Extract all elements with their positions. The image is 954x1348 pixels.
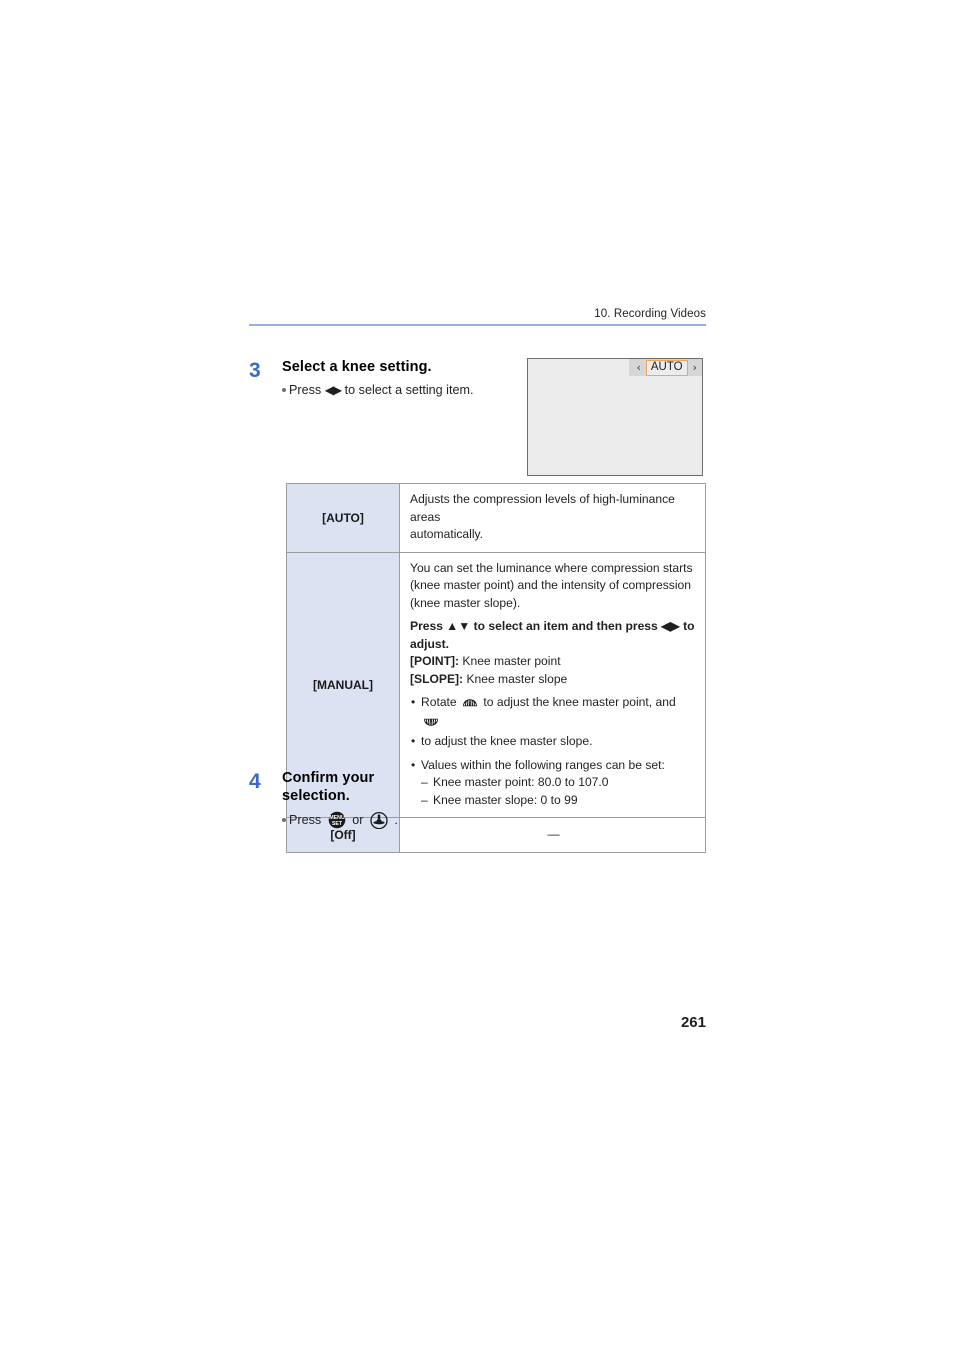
chevron-left-icon[interactable]: ‹ xyxy=(636,362,640,373)
rear-dial-icon xyxy=(423,716,439,734)
step-3-bullet: Press ◀▶ to select a setting item. xyxy=(282,382,473,399)
step-3-bullet-suffix: to select a setting item. xyxy=(344,383,474,397)
table-row: [AUTO] Adjusts the compression levels of… xyxy=(286,483,706,553)
step-4-bullet-middle: or xyxy=(352,813,364,827)
desc-line: Adjusts the compression levels of high-l… xyxy=(410,492,675,524)
desc-line: (knee master slope). xyxy=(410,595,521,610)
bullet-dot-icon xyxy=(282,388,286,392)
table-row-value: — xyxy=(399,817,706,853)
instruction-line: adjust. xyxy=(410,636,449,651)
range-point-line: Knee master point: 80.0 to 107.0 xyxy=(410,774,697,792)
rotate-label: Rotate xyxy=(421,695,457,709)
selected-setting-value[interactable]: AUTO xyxy=(645,359,688,376)
header-rule xyxy=(249,324,706,326)
step-4-bullet: Press MENU SET or . xyxy=(282,811,398,834)
instruction-line: Press ▲▼ to select an item and then pres… xyxy=(410,619,695,633)
point-label: [POINT]: xyxy=(410,654,460,668)
chevron-right-icon[interactable]: › xyxy=(693,362,697,373)
step-4-number: 4 xyxy=(249,770,261,793)
bullet-dot-icon xyxy=(282,818,286,822)
table-row-value: You can set the luminance where compress… xyxy=(399,551,706,818)
table-row-key: [AUTO] xyxy=(286,483,400,553)
step-3-bullet-prefix: Press xyxy=(289,383,322,397)
desc-line: (knee master point) and the intensity of… xyxy=(410,578,691,592)
point-label-line: [POINT]: Knee master point xyxy=(410,653,697,671)
point-desc: Knee master point xyxy=(459,654,561,668)
page-header: 10. Recording Videos xyxy=(249,307,706,326)
range-slope-line: Knee master slope: 0 to 99 xyxy=(410,792,697,810)
step-3-title: Select a knee setting. xyxy=(282,359,432,375)
dial-instruction-line: Rotate xyxy=(410,694,697,733)
step-4-bullet-prefix: Press xyxy=(289,813,322,827)
step-4-title: Confirm your selection. xyxy=(282,770,375,804)
page-number: 261 xyxy=(680,1014,706,1031)
slope-desc: Knee master slope xyxy=(463,671,568,686)
desc-line: automatically. xyxy=(410,527,484,541)
chapter-title: 10. Recording Videos xyxy=(594,308,706,320)
svg-text:SET: SET xyxy=(332,821,343,827)
desc-line: You can set the luminance where compress… xyxy=(410,560,693,575)
table-row-value: Adjusts the compression levels of high-l… xyxy=(399,483,706,553)
slope-label-line: [SLOPE]: Knee master slope xyxy=(410,671,697,689)
camera-screen-illustration: ‹ AUTO › xyxy=(527,358,703,476)
step-3-number: 3 xyxy=(249,359,261,382)
slope-label: [SLOPE]: xyxy=(410,671,464,686)
manual-page: 10. Recording Videos 3 Select a knee set… xyxy=(0,0,954,1348)
left-right-arrows-icon: ◀▶ xyxy=(324,383,342,397)
joystick-icon xyxy=(370,811,388,834)
step-4-bullet-suffix: . xyxy=(394,813,398,827)
menu-set-button-icon: MENU SET xyxy=(328,811,346,834)
screen-setting-bar: ‹ AUTO › xyxy=(629,359,702,376)
rotate-rest: to adjust the knee master point, and xyxy=(483,695,676,709)
ranges-line: Values within the following ranges can b… xyxy=(410,757,697,775)
front-dial-icon xyxy=(462,696,478,714)
dial-instruction-cont: to adjust the knee master slope. xyxy=(410,733,697,751)
